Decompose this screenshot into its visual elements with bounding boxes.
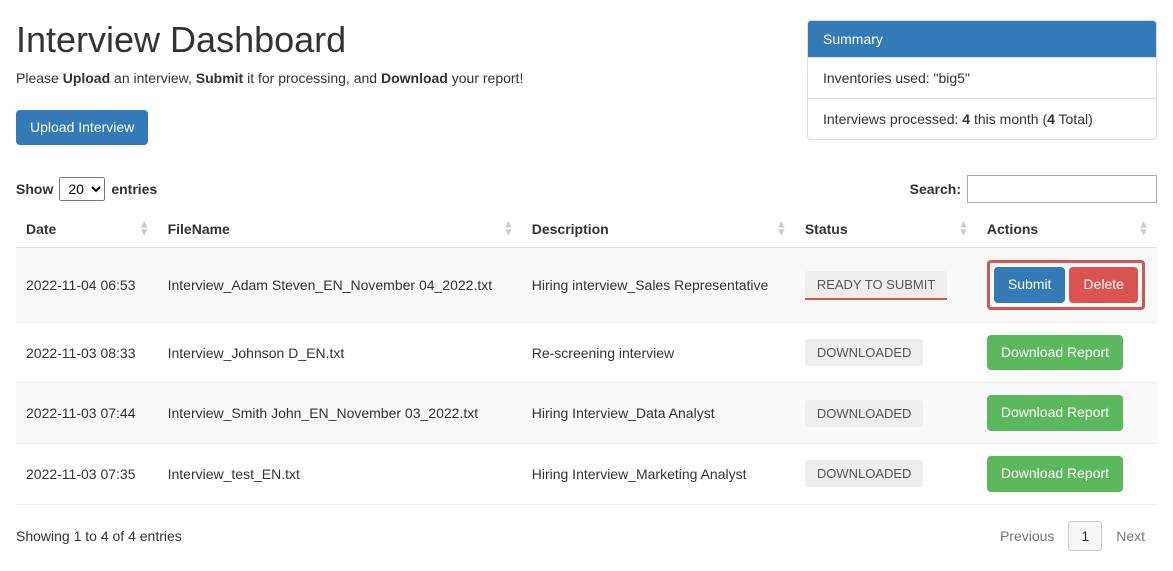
page-next[interactable]: Next	[1104, 522, 1157, 550]
table-row: 2022-11-03 08:33Interview_Johnson D_EN.t…	[16, 322, 1157, 383]
summary-interviews: Interviews processed: 4 this month (4 To…	[808, 98, 1156, 139]
submit-button[interactable]: Submit	[994, 267, 1066, 303]
cell-actions: Download Report	[977, 443, 1157, 504]
cell-status: READY TO SUBMIT	[795, 248, 977, 323]
sort-icon: ▲▼	[503, 222, 514, 237]
cell-date: 2022-11-03 07:35	[16, 443, 158, 504]
search-input[interactable]	[967, 175, 1157, 203]
cell-description: Re-screening interview	[522, 322, 795, 383]
cell-description: Hiring Interview_Data Analyst	[522, 383, 795, 444]
table-row: 2022-11-03 07:35Interview_test_EN.txtHir…	[16, 443, 1157, 504]
entries-select[interactable]: 20	[59, 177, 105, 201]
showing-entries-text: Showing 1 to 4 of 4 entries	[16, 528, 182, 544]
page-current[interactable]: 1	[1068, 521, 1102, 551]
summary-header: Summary	[808, 21, 1156, 57]
show-label: Show	[16, 181, 53, 197]
download-report-button[interactable]: Download Report	[987, 456, 1123, 492]
cell-description: Hiring interview_Sales Representative	[522, 248, 795, 323]
cell-actions: Download Report	[977, 322, 1157, 383]
search-label: Search:	[910, 181, 961, 197]
cell-status: DOWNLOADED	[795, 383, 977, 444]
cell-actions: Download Report	[977, 383, 1157, 444]
status-badge: READY TO SUBMIT	[805, 271, 947, 298]
cell-filename: Interview_Adam Steven_EN_November 04_202…	[158, 248, 522, 323]
cell-date: 2022-11-03 07:44	[16, 383, 158, 444]
delete-button[interactable]: Delete	[1069, 267, 1137, 303]
col-header-date[interactable]: Date▲▼	[16, 211, 158, 248]
interviews-table: Date▲▼ FileName▲▼ Description▲▼ Status▲▼…	[16, 211, 1157, 504]
sort-icon: ▲▼	[139, 222, 150, 237]
cell-filename: Interview_Johnson D_EN.txt	[158, 322, 522, 383]
cell-date: 2022-11-04 06:53	[16, 248, 158, 323]
table-row: 2022-11-03 07:44Interview_Smith John_EN_…	[16, 383, 1157, 444]
upload-interview-button[interactable]: Upload Interview	[16, 110, 148, 146]
download-report-button[interactable]: Download Report	[987, 395, 1123, 431]
sort-icon: ▲▼	[1138, 222, 1149, 237]
status-badge: DOWNLOADED	[805, 400, 924, 427]
table-row: 2022-11-04 06:53Interview_Adam Steven_EN…	[16, 248, 1157, 323]
cell-description: Hiring Interview_Marketing Analyst	[522, 443, 795, 504]
page-previous[interactable]: Previous	[988, 522, 1066, 550]
cell-filename: Interview_Smith John_EN_November 03_2022…	[158, 383, 522, 444]
cell-filename: Interview_test_EN.txt	[158, 443, 522, 504]
status-badge: DOWNLOADED	[805, 339, 924, 366]
cell-status: DOWNLOADED	[795, 443, 977, 504]
sort-icon: ▲▼	[776, 222, 787, 237]
cell-actions: SubmitDelete	[977, 248, 1157, 323]
status-badge: DOWNLOADED	[805, 460, 924, 487]
page-subtitle: Please Upload an interview, Submit it fo…	[16, 70, 807, 86]
summary-inventories: Inventories used: "big5"	[808, 57, 1156, 98]
col-header-description[interactable]: Description▲▼	[522, 211, 795, 248]
cell-date: 2022-11-03 08:33	[16, 322, 158, 383]
sort-icon: ▲▼	[958, 222, 969, 237]
entries-label: entries	[111, 181, 157, 197]
cell-status: DOWNLOADED	[795, 322, 977, 383]
col-header-status[interactable]: Status▲▼	[795, 211, 977, 248]
pagination: Previous 1 Next	[988, 521, 1157, 551]
col-header-filename[interactable]: FileName▲▼	[158, 211, 522, 248]
download-report-button[interactable]: Download Report	[987, 335, 1123, 371]
actions-highlight-box: SubmitDelete	[987, 260, 1145, 310]
summary-panel: Summary Inventories used: "big5" Intervi…	[807, 20, 1157, 140]
page-title: Interview Dashboard	[16, 20, 807, 60]
col-header-actions[interactable]: Actions▲▼	[977, 211, 1157, 248]
